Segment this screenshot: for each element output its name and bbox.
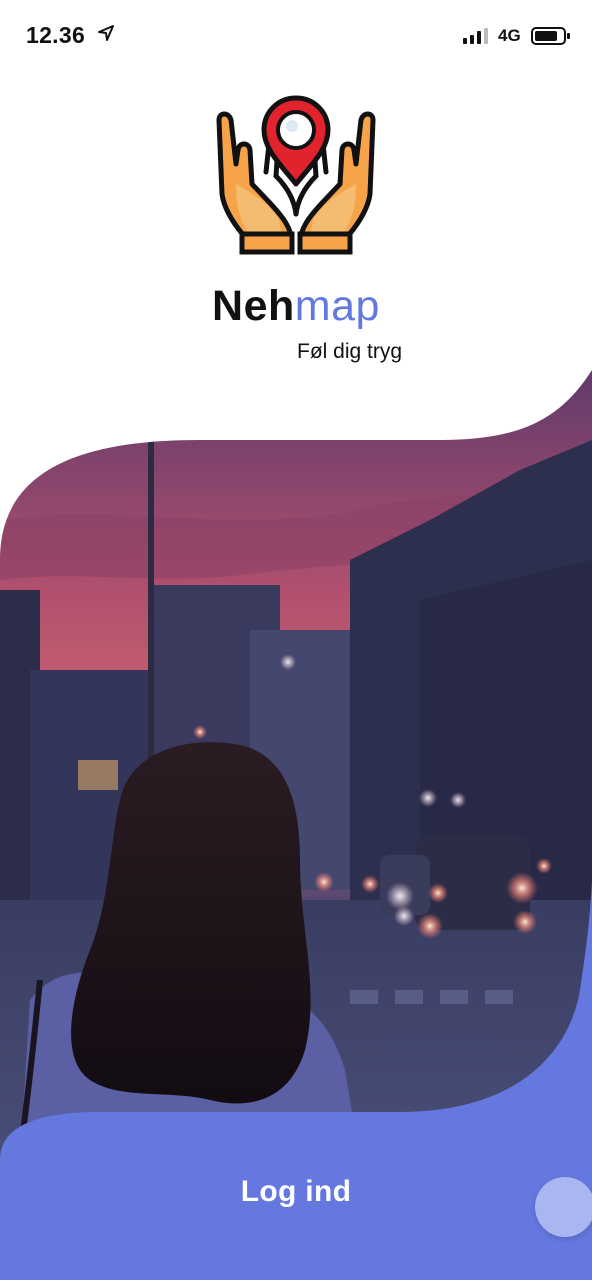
battery-icon — [531, 26, 571, 51]
app-name: Nehmap — [0, 282, 592, 331]
assistive-touch-button[interactable] — [535, 1177, 592, 1237]
status-time: 12.36 — [26, 22, 86, 48]
tagline: Føl dig tryg — [297, 340, 403, 363]
status-bar: 12.36 4G — [0, 0, 592, 72]
app-name-part2: map — [294, 282, 380, 330]
app-name-part1: Neh — [212, 282, 295, 330]
network-type: 4G — [498, 26, 521, 45]
signal-bars-icon — [463, 28, 491, 49]
hands-holding-map-pin-icon — [216, 95, 376, 255]
location-arrow-icon — [97, 24, 115, 47]
splash-screen: 12.36 4G Nehmap Føl dig tryg Log ind — [0, 0, 592, 1280]
login-button-label: Log ind — [240, 1175, 352, 1208]
